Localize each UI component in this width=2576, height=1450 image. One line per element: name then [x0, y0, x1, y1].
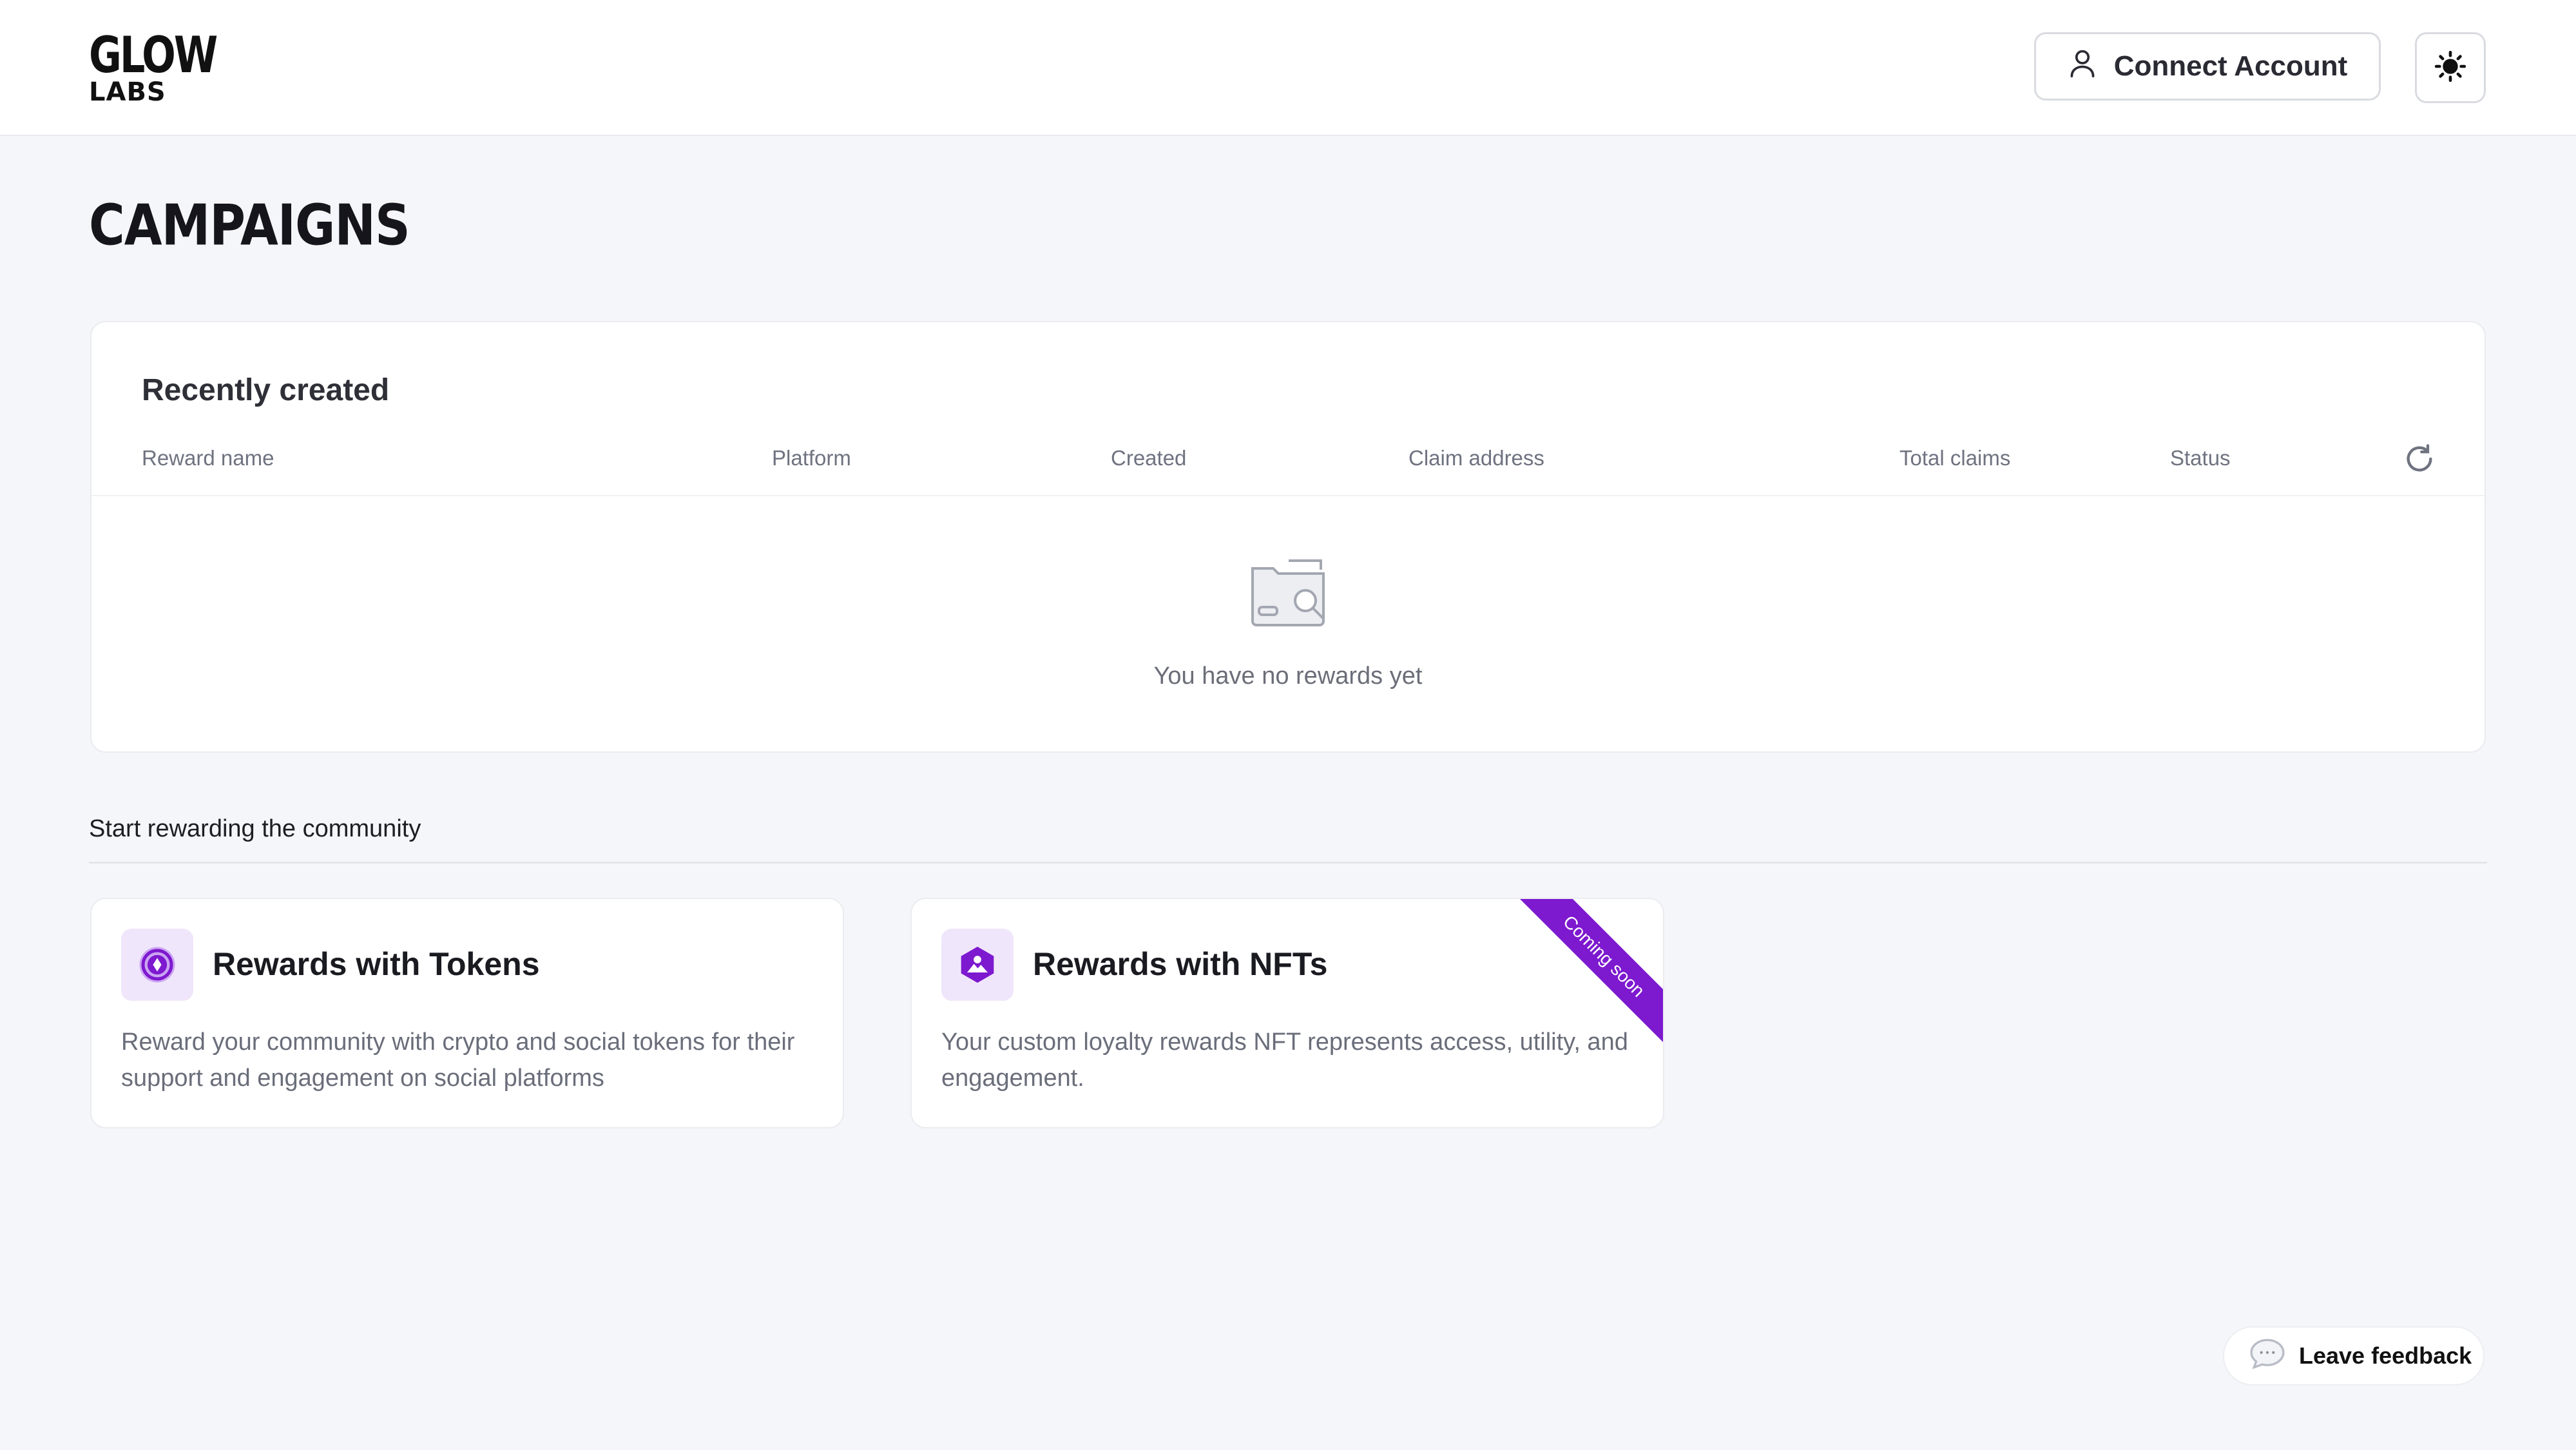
- top-header: GLOW LABS Connect Account: [0, 0, 2576, 136]
- connect-account-label: Connect Account: [2113, 50, 2348, 82]
- theme-toggle-button[interactable]: [2415, 32, 2486, 103]
- glow-labs-logo[interactable]: GLOW LABS: [89, 30, 218, 105]
- column-header-platform[interactable]: Platform: [772, 446, 851, 470]
- recently-created-title: Recently created: [142, 373, 390, 407]
- card-title: Rewards with NFTs: [1033, 946, 1328, 982]
- page-title: CAMPAIGNS: [89, 192, 410, 258]
- column-header-created[interactable]: Created: [1111, 446, 1186, 470]
- table-header-divider: [91, 495, 2485, 496]
- empty-folder-search-icon: [1244, 554, 1334, 632]
- leave-feedback-button[interactable]: Leave feedback: [2223, 1326, 2485, 1386]
- empty-state-text: You have no rewards yet: [1153, 662, 1423, 690]
- chat-bubble-icon: [2249, 1337, 2286, 1376]
- connect-account-button[interactable]: Connect Account: [2034, 32, 2381, 101]
- column-header-claim-address[interactable]: Claim address: [1408, 446, 1544, 470]
- card-description: Reward your community with crypto and so…: [121, 1029, 795, 1092]
- section-label: Start rewarding the community: [89, 815, 421, 842]
- column-header-total-claims[interactable]: Total claims: [1899, 446, 2010, 470]
- recently-created-panel: Recently created Reward name Platform Cr…: [90, 321, 2486, 753]
- card-title: Rewards with Tokens: [213, 946, 540, 982]
- tokens-icon: [121, 929, 193, 1001]
- user-icon: [2068, 48, 2097, 86]
- rewards-with-nfts-card[interactable]: Rewards with NFTs Your custom loyalty re…: [910, 898, 1664, 1128]
- card-description: Your custom loyalty rewards NFT represen…: [941, 1029, 1628, 1092]
- column-header-status[interactable]: Status: [2170, 446, 2231, 470]
- sun-icon: [2434, 50, 2466, 86]
- rewards-with-tokens-card[interactable]: Rewards with Tokens Reward your communit…: [90, 898, 844, 1128]
- leave-feedback-label: Leave feedback: [2299, 1342, 2472, 1369]
- refresh-icon[interactable]: [2403, 442, 2436, 476]
- column-header-reward-name[interactable]: Reward name: [142, 446, 274, 470]
- nft-icon: [941, 929, 1014, 1001]
- section-divider: [89, 862, 2487, 864]
